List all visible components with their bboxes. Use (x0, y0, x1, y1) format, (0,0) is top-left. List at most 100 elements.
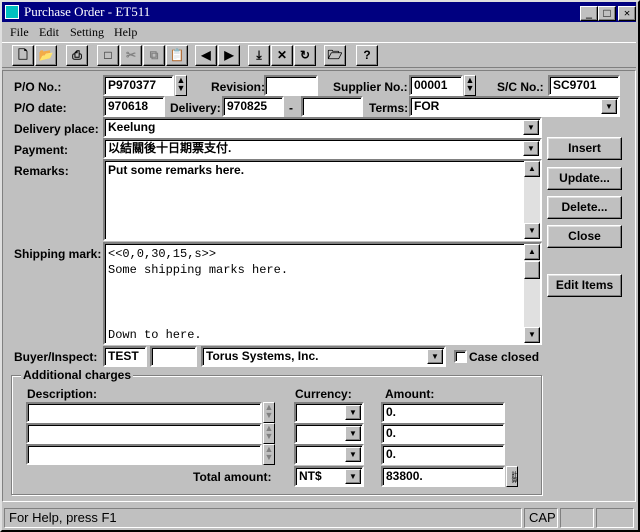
next-icon[interactable]: ▶ (218, 45, 240, 66)
chevron-down-icon[interactable]: ▼ (523, 141, 539, 156)
po-date-label: P/O date: (14, 101, 67, 115)
shipping-line: Some shipping marks here. (108, 263, 289, 278)
scroll-down-icon[interactable]: ▼ (524, 327, 540, 343)
shipping-scrollbar[interactable]: ▲ ▼ (524, 244, 540, 343)
delivery-to-field[interactable] (301, 96, 363, 117)
paste-icon[interactable]: 📋 (166, 45, 188, 66)
total-amount-field[interactable]: 83800. (381, 466, 505, 487)
app-icon (5, 5, 19, 19)
shipping-line (108, 278, 288, 294)
close-window-button[interactable]: × (618, 6, 636, 21)
currency-select[interactable]: ▼ (294, 402, 364, 423)
scroll-thumb[interactable] (524, 261, 540, 279)
new-icon[interactable]: 🗋 (12, 45, 34, 66)
buyer-field[interactable]: TEST (103, 346, 147, 367)
minimize-button[interactable]: _ (580, 6, 598, 21)
payment-select[interactable]: 以結關後十日期票支付. ▼ (103, 138, 542, 159)
shipping-mark-textarea[interactable]: <<0,0,30,15,s>> Some shipping marks here… (103, 242, 542, 345)
supplier-spinner[interactable]: ▲ ▼ (464, 75, 476, 96)
case-closed-label: Case closed (469, 350, 540, 364)
calculate-button[interactable]: 計算 (506, 466, 518, 487)
shipping-mark-label: Shipping mark: (14, 247, 102, 261)
terms-value: FOR (414, 99, 440, 113)
description-field[interactable] (26, 423, 262, 444)
edit-items-button[interactable]: Edit Items (547, 274, 622, 297)
insert-button[interactable]: Insert (547, 137, 622, 160)
chevron-down-icon[interactable]: ▼ (345, 469, 361, 484)
help-icon[interactable]: ? (356, 45, 378, 66)
company-value: Torus Systems, Inc. (206, 349, 319, 363)
chevron-down-icon[interactable]: ▼ (523, 120, 539, 135)
currency-select[interactable]: ▼ (294, 423, 364, 444)
case-closed-checkbox[interactable] (454, 350, 467, 363)
scroll-down-icon[interactable]: ▼ (524, 223, 540, 239)
delivery-place-value: Keelung (108, 120, 156, 134)
po-no-spinner[interactable]: ▲ ▼ (175, 75, 187, 96)
menu-edit[interactable]: Edit (39, 25, 59, 40)
delete-button[interactable]: Delete... (547, 196, 622, 219)
po-no-label: P/O No.: (14, 80, 62, 94)
status-cap: CAP (524, 508, 558, 528)
delivery-place-select[interactable]: Keelung ▼ (103, 117, 542, 138)
description-spinner[interactable]: ▲ ▼ (263, 402, 275, 423)
open-icon[interactable]: 📂 (35, 45, 57, 66)
delivery-place-label: Delivery place: (14, 122, 99, 136)
company-select[interactable]: Torus Systems, Inc. ▼ (201, 346, 446, 367)
amount-field[interactable]: 0. (381, 402, 505, 423)
remarks-text: Put some remarks here. (108, 163, 245, 177)
menu-setting[interactable]: Setting (70, 25, 104, 40)
menu-file[interactable]: File (10, 25, 29, 40)
remarks-textarea[interactable]: Put some remarks here. ▲ ▼ (103, 159, 542, 241)
currency-select[interactable]: ▼ (294, 444, 364, 465)
scroll-up-icon[interactable]: ▲ (524, 161, 540, 177)
delivery-from-field[interactable]: 970825 (222, 96, 284, 117)
supplier-field[interactable]: 00001 (409, 75, 463, 96)
revision-field[interactable] (264, 75, 318, 96)
menu-bar: File Edit Setting Help (2, 23, 636, 41)
supplier-label: Supplier No.: (333, 80, 408, 94)
delivery-label: Delivery: (170, 101, 221, 115)
folder-icon[interactable]: 🗁 (324, 45, 346, 66)
close-button[interactable]: Close (547, 225, 622, 248)
chevron-down-icon[interactable]: ▼ (345, 447, 361, 462)
shipping-line (108, 311, 288, 327)
status-help: For Help, press F1 (4, 508, 522, 528)
print-icon[interactable]: ⎙ (66, 45, 88, 66)
description-header: Description: (27, 387, 98, 401)
update-button[interactable]: Update... (547, 167, 622, 190)
delete-icon[interactable]: ✕ (271, 45, 293, 66)
sc-no-field[interactable]: SC9701 (548, 75, 620, 96)
payment-label: Payment: (14, 143, 69, 157)
shipping-line: <<0,0,30,15,s>> (108, 247, 217, 261)
prev-icon[interactable]: ◀ (195, 45, 217, 66)
chevron-down-icon[interactable]: ▼ (345, 426, 361, 441)
description-spinner[interactable]: ▲ ▼ (263, 444, 275, 465)
description-field[interactable] (26, 444, 262, 465)
cut-icon[interactable]: ✂ (120, 45, 142, 66)
po-no-field[interactable]: P970377 (103, 75, 174, 96)
chevron-down-icon[interactable]: ▼ (601, 99, 617, 114)
description-field[interactable] (26, 402, 262, 423)
po-date-field[interactable]: 970618 (103, 96, 165, 117)
delivery-dash: - (289, 101, 293, 115)
import-icon[interactable]: ⤓ (248, 45, 270, 66)
terms-select[interactable]: FOR ▼ (409, 96, 620, 117)
amount-field[interactable]: 0. (381, 444, 505, 465)
shipping-line: Down to here. (108, 328, 202, 343)
amount-field[interactable]: 0. (381, 423, 505, 444)
inspect-field[interactable] (150, 346, 197, 367)
chevron-down-icon[interactable]: ▼ (427, 349, 443, 364)
copy-icon[interactable]: ⧉ (143, 45, 165, 66)
refresh-icon[interactable]: ↻ (294, 45, 316, 66)
blank-icon[interactable]: □ (97, 45, 119, 66)
status-bar: For Help, press F1 CAP (2, 506, 636, 530)
total-currency-select[interactable]: NT$ ▼ (294, 466, 364, 487)
chevron-down-icon[interactable]: ▼ (345, 405, 361, 420)
status-scrl (596, 508, 634, 528)
terms-label: Terms: (369, 101, 409, 115)
maximize-button[interactable]: □ (598, 6, 616, 21)
menu-help[interactable]: Help (114, 25, 137, 40)
description-spinner[interactable]: ▲ ▼ (263, 423, 275, 444)
remarks-scrollbar[interactable]: ▲ ▼ (524, 161, 540, 239)
scroll-up-icon[interactable]: ▲ (524, 244, 540, 260)
